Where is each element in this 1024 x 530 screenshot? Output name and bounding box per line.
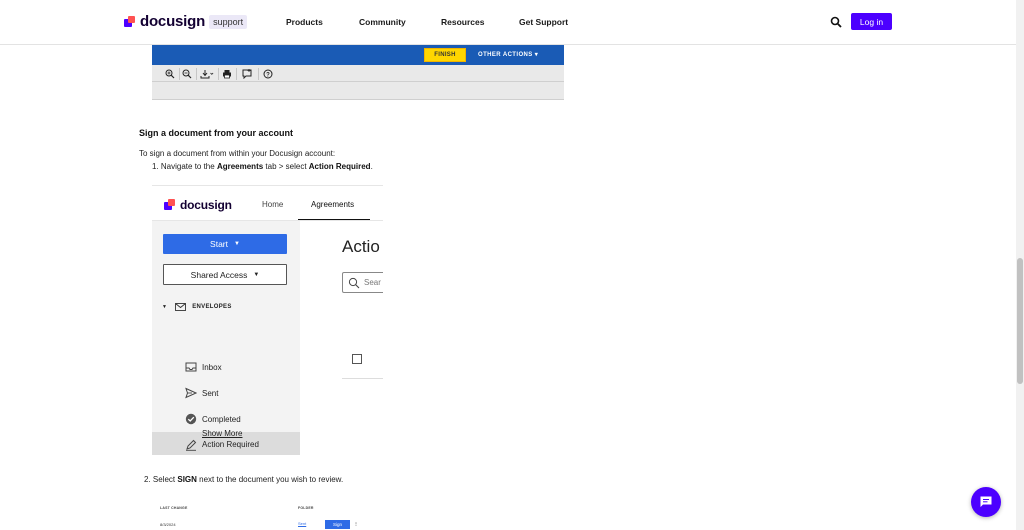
docusign-logo-icon bbox=[124, 15, 136, 28]
start-label: Start bbox=[210, 239, 228, 249]
start-button: Start ▼ bbox=[163, 234, 287, 254]
agreements-screenshot: docusign Home Agreements Start ▼ Shared A… bbox=[152, 185, 383, 455]
last-change-header: LAST CHANGE bbox=[160, 506, 188, 510]
download-icon bbox=[200, 70, 214, 79]
sent-label: Sent bbox=[202, 388, 219, 398]
nav-resources[interactable]: Resources bbox=[441, 17, 484, 27]
chat-button[interactable] bbox=[971, 487, 1001, 517]
step-1-suffix: . bbox=[370, 162, 373, 171]
app-tab-agreements: Agreements bbox=[311, 200, 355, 209]
action-required-label: Action Required bbox=[202, 440, 259, 449]
help-icon: ? bbox=[263, 69, 273, 79]
page-scrollbar[interactable] bbox=[1016, 0, 1024, 530]
shared-access-button: Shared Access ▼ bbox=[163, 264, 287, 285]
show-more-link: Show More bbox=[202, 429, 243, 438]
toolbar-divider bbox=[236, 68, 237, 80]
check-circle-icon bbox=[185, 413, 197, 425]
zoom-out-icon bbox=[182, 69, 192, 79]
pen-icon bbox=[186, 439, 197, 451]
app-logo-text: docusign bbox=[180, 198, 232, 212]
caret-down-icon: ▼ bbox=[234, 241, 240, 247]
nav-products[interactable]: Products bbox=[286, 17, 323, 27]
date-cell: 8/3/2024 bbox=[160, 522, 176, 527]
nav-community[interactable]: Community bbox=[359, 17, 406, 27]
inbox-icon bbox=[185, 362, 197, 372]
signing-tool-row: ? bbox=[152, 66, 564, 82]
step-1-agreements: Agreements bbox=[216, 162, 264, 171]
folder-header: FOLDER bbox=[298, 506, 314, 510]
caret-down-icon: ▼ bbox=[253, 271, 260, 278]
svg-text:?: ? bbox=[266, 72, 270, 78]
page: docusign support Products Community Reso… bbox=[0, 0, 1024, 530]
collapse-caret-icon: ▼ bbox=[162, 304, 168, 310]
app-logo: docusign bbox=[164, 198, 232, 212]
search-icon bbox=[348, 277, 360, 289]
site-header: docusign support Products Community Reso… bbox=[0, 0, 1016, 45]
app-tab-home: Home bbox=[262, 200, 284, 209]
chat-bubble-icon bbox=[980, 496, 992, 507]
print-icon bbox=[223, 70, 231, 79]
app-topbar: docusign Home Agreements bbox=[152, 185, 383, 221]
main-search-box: Sear bbox=[342, 272, 383, 293]
step-1-prefix: 1. Navigate to the bbox=[152, 162, 217, 171]
toolbar-divider bbox=[179, 68, 180, 80]
signing-toolbar-image: FINISH OTHER ACTIONS ▾ ? bbox=[152, 45, 564, 100]
scrollbar-thumb[interactable] bbox=[1017, 258, 1023, 384]
select-checkbox bbox=[352, 354, 362, 364]
logo-tag: support bbox=[209, 14, 248, 29]
completed-label: Completed bbox=[202, 414, 241, 424]
sidebar-item-sent: Sent bbox=[152, 381, 300, 405]
search-icon[interactable] bbox=[830, 16, 842, 28]
app-main-panel: Actio Sear bbox=[300, 220, 383, 455]
search-placeholder: Sear bbox=[364, 278, 381, 287]
comment-icon bbox=[242, 69, 252, 79]
send-icon bbox=[185, 387, 197, 399]
step-2-sign: SIGN bbox=[177, 475, 197, 484]
step-2-text: 2. Select SIGN next to the document you … bbox=[144, 475, 343, 484]
intro-text: To sign a document from within your Docu… bbox=[139, 149, 336, 158]
step-2-suffix: next to the document you wish to review. bbox=[196, 475, 344, 484]
main-title: Actio bbox=[342, 237, 380, 256]
sidebar-item-completed: Completed bbox=[152, 407, 300, 431]
envelope-list-screenshot: LAST CHANGE FOLDER 8/3/2024 Sent Sign ⋮ bbox=[152, 503, 362, 530]
toolbar-divider bbox=[196, 68, 197, 80]
logo-text: docusign bbox=[140, 13, 206, 30]
docusign-support-logo[interactable]: docusign support bbox=[124, 13, 248, 30]
step-2-prefix: 2. Select bbox=[144, 475, 178, 484]
more-options-icon: ⋮ bbox=[354, 521, 358, 526]
zoom-in-icon bbox=[165, 69, 175, 79]
envelopes-section: ▼ ENVELOPES bbox=[162, 303, 232, 311]
nav-get-support[interactable]: Get Support bbox=[519, 17, 568, 27]
toolbar-divider bbox=[258, 68, 259, 80]
step-1-action-required: Action Required bbox=[308, 162, 371, 171]
inbox-label: Inbox bbox=[202, 362, 222, 372]
sidebar-item-inbox: Inbox bbox=[152, 355, 300, 379]
docusign-logo-icon bbox=[164, 199, 176, 211]
section-heading: Sign a document from your account bbox=[139, 128, 294, 138]
sign-button-small: Sign bbox=[325, 520, 350, 529]
envelope-icon bbox=[175, 303, 187, 311]
row-divider bbox=[342, 378, 383, 379]
shared-access-label: Shared Access bbox=[190, 269, 248, 280]
signing-top-bar: FINISH OTHER ACTIONS ▾ bbox=[152, 45, 564, 65]
folder-cell: Sent bbox=[298, 521, 307, 526]
envelopes-label: ENVELOPES bbox=[192, 304, 232, 310]
step-1-mid: tab > select bbox=[263, 162, 309, 171]
login-button[interactable]: Log in bbox=[851, 13, 892, 30]
finish-button: FINISH bbox=[424, 48, 466, 62]
toolbar-divider bbox=[218, 68, 219, 80]
other-actions-menu: OTHER ACTIONS ▾ bbox=[478, 52, 539, 58]
app-sidebar: Start ▼ Shared Access ▼ ▼ ENVELOPES Inbox bbox=[152, 220, 300, 455]
step-1-text: 1. Navigate to the Agreements tab > sele… bbox=[152, 162, 373, 171]
